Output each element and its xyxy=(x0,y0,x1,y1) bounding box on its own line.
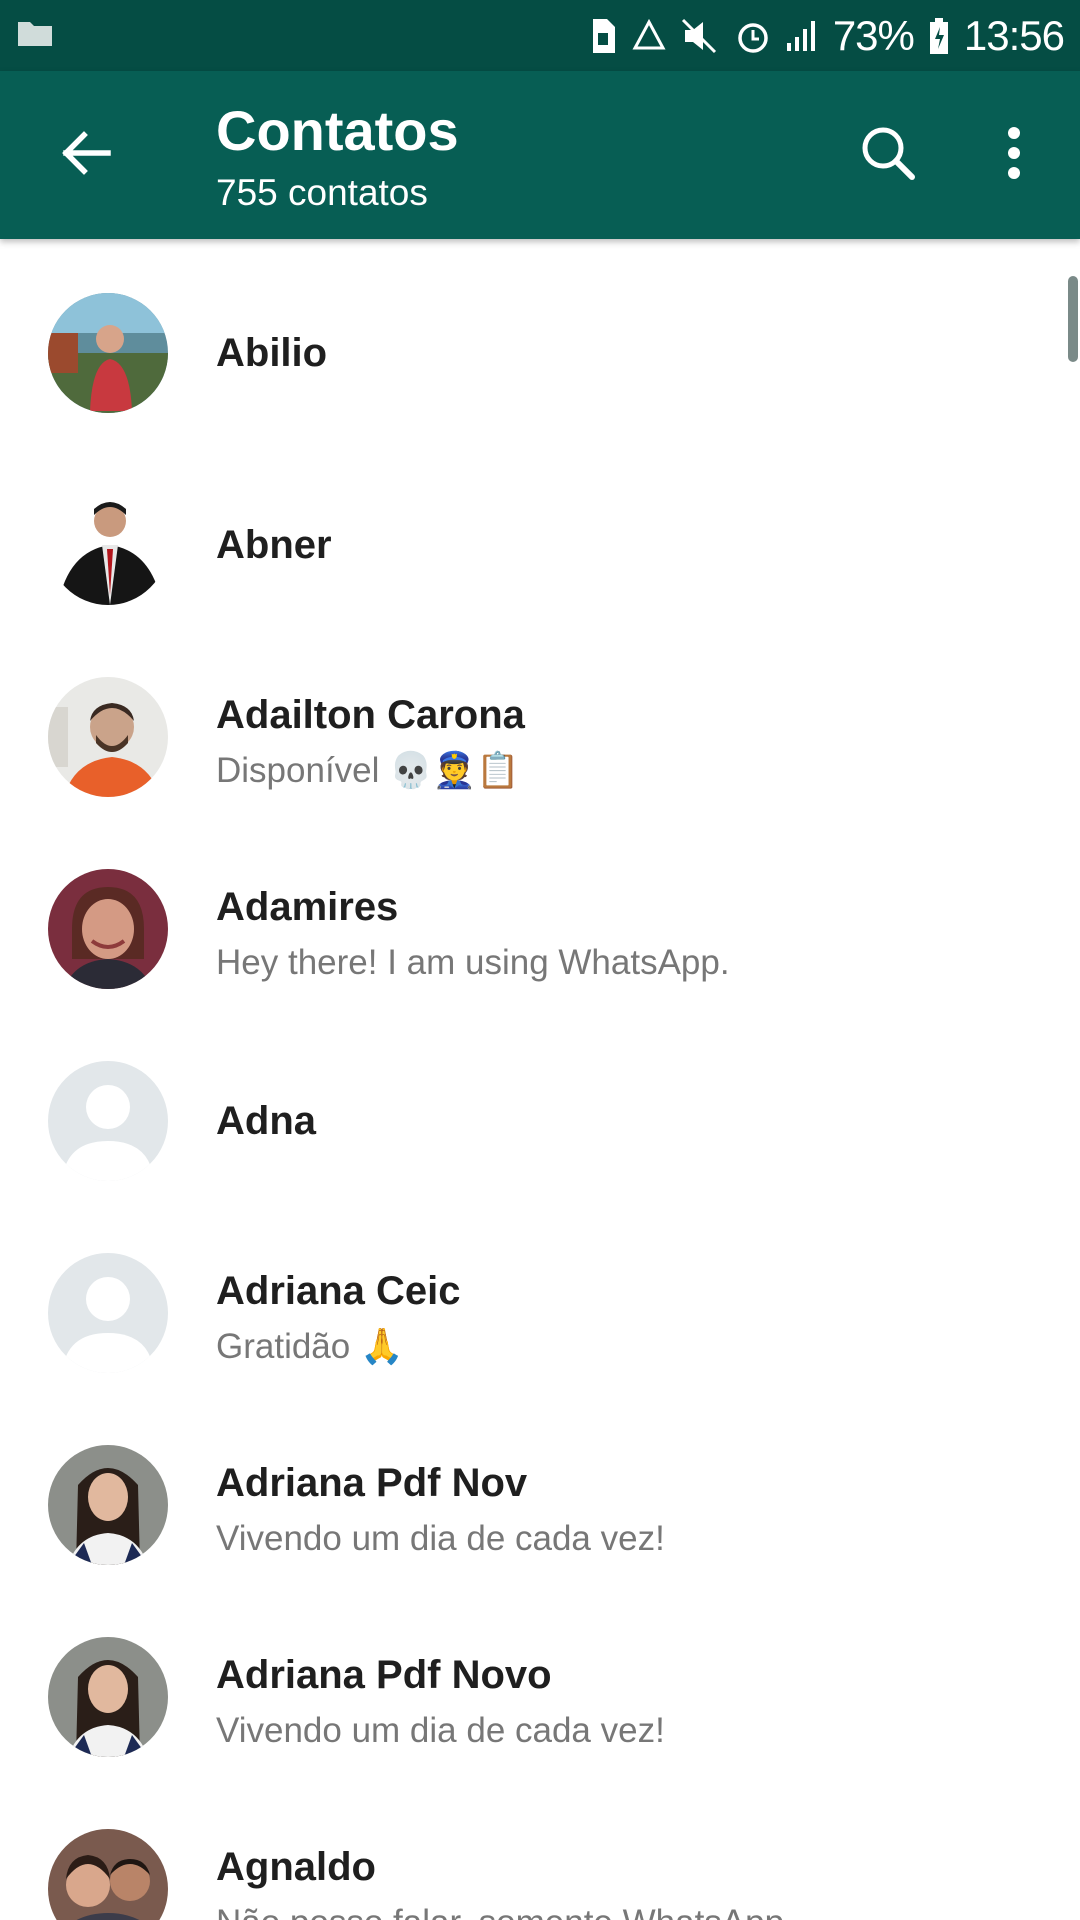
contact-status: Disponível 💀👮📋 xyxy=(216,751,520,790)
contact-row[interactable]: Adna xyxy=(0,1007,1080,1199)
search-button[interactable] xyxy=(848,115,928,195)
page-title: Contatos xyxy=(216,99,459,162)
contact-name: Adna xyxy=(216,1099,316,1143)
default-avatar-icon[interactable] xyxy=(48,1061,168,1181)
default-avatar-icon[interactable] xyxy=(48,1253,168,1373)
contact-status: Não posso falar, somente WhatsApp xyxy=(216,1901,1040,1920)
contact-name: Adamires xyxy=(216,885,399,929)
alarm-icon xyxy=(735,18,771,54)
contact-list[interactable]: Abilio Abner Adailton Carona Disponível … xyxy=(0,239,1080,1920)
contact-count: 755 contatos xyxy=(216,172,428,213)
contact-status: Hey there! I am using WhatsApp. xyxy=(216,943,730,982)
contact-status: Vivendo um dia de cada vez! xyxy=(216,1711,665,1750)
contact-row[interactable]: Abner xyxy=(0,431,1080,623)
avatar[interactable] xyxy=(48,677,168,797)
app-bar: Contatos 755 contatos xyxy=(0,71,1080,239)
contact-name: Adriana Pdf Novo xyxy=(216,1653,552,1697)
contact-name: Abner xyxy=(216,523,332,567)
clock: 13:56 xyxy=(963,11,1065,59)
avatar[interactable] xyxy=(48,1829,168,1920)
search-icon xyxy=(858,123,918,188)
contact-name: Adriana Ceic xyxy=(216,1269,461,1313)
contact-status: Vivendo um dia de cada vez! xyxy=(216,1519,665,1558)
sd-card-icon xyxy=(589,17,617,55)
avatar[interactable] xyxy=(48,1637,168,1757)
battery-percent: 73% xyxy=(832,11,915,59)
avatar[interactable] xyxy=(48,869,168,989)
contact-name: Adailton Carona xyxy=(216,693,525,737)
folder-icon xyxy=(16,18,54,53)
contact-row[interactable]: Abilio xyxy=(0,239,1080,431)
back-button[interactable] xyxy=(46,115,126,195)
contact-row[interactable]: Adailton Carona Disponível 💀👮📋 xyxy=(0,623,1080,815)
back-arrow-icon xyxy=(60,130,112,180)
battery-icon xyxy=(928,17,950,55)
contact-row[interactable]: Adriana Pdf Nov Vivendo um dia de cada v… xyxy=(0,1391,1080,1583)
contact-name: Adriana Pdf Nov xyxy=(216,1461,528,1505)
contact-name: Agnaldo xyxy=(216,1845,376,1889)
avatar[interactable] xyxy=(48,485,168,605)
contact-row[interactable]: Adamires Hey there! I am using WhatsApp. xyxy=(0,815,1080,1007)
more-vert-icon xyxy=(1004,125,1024,186)
status-bar: 73% 13:56 xyxy=(0,0,1080,71)
recycle-icon xyxy=(631,18,667,54)
scrollbar[interactable] xyxy=(1068,276,1078,362)
title-block: Contatos 755 contatos xyxy=(216,99,459,217)
mute-vibrate-icon xyxy=(681,18,721,54)
avatar[interactable] xyxy=(48,293,168,413)
contact-status: Gratidão 🙏 xyxy=(216,1327,404,1366)
contact-row[interactable]: Adriana Pdf Novo Vivendo um dia de cada … xyxy=(0,1583,1080,1775)
contact-row[interactable]: Adriana Ceic Gratidão 🙏 xyxy=(0,1199,1080,1391)
contact-row[interactable]: Agnaldo Não posso falar, somente WhatsAp… xyxy=(0,1775,1080,1920)
avatar[interactable] xyxy=(48,1445,168,1565)
more-options-button[interactable] xyxy=(974,115,1054,195)
contact-name: Abilio xyxy=(216,331,328,375)
signal-icon xyxy=(785,19,819,53)
